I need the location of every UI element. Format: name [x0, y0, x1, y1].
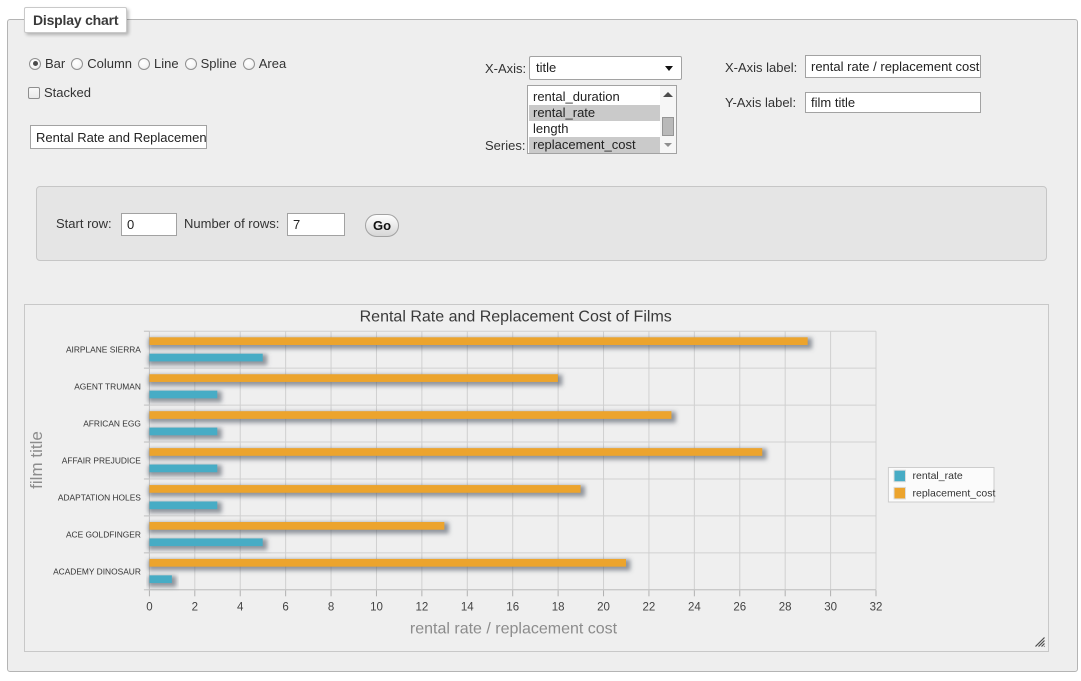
svg-text:14: 14	[461, 602, 474, 614]
svg-text:10: 10	[370, 602, 383, 614]
svg-text:AFFAIR PREJUDICE: AFFAIR PREJUDICE	[62, 456, 142, 466]
svg-text:AGENT TRUMAN: AGENT TRUMAN	[74, 382, 141, 392]
svg-text:12: 12	[415, 602, 428, 614]
svg-text:16: 16	[506, 602, 519, 614]
svg-text:30: 30	[824, 602, 837, 614]
svg-text:22: 22	[643, 602, 656, 614]
svg-text:AIRPLANE SIERRA: AIRPLANE SIERRA	[66, 345, 141, 355]
svg-text:4: 4	[237, 602, 244, 614]
svg-text:0: 0	[146, 602, 152, 614]
svg-text:Rental Rate and Replacement Co: Rental Rate and Replacement Cost of Film…	[360, 308, 672, 325]
svg-text:28: 28	[779, 602, 792, 614]
svg-text:rental rate / replacement cost: rental rate / replacement cost	[410, 621, 618, 638]
svg-text:film title: film title	[27, 431, 46, 489]
svg-text:32: 32	[870, 602, 883, 614]
svg-text:ACADEMY DINOSAUR: ACADEMY DINOSAUR	[53, 566, 141, 576]
svg-text:AFRICAN EGG: AFRICAN EGG	[83, 419, 141, 429]
svg-text:6: 6	[282, 602, 288, 614]
svg-text:2: 2	[192, 602, 198, 614]
svg-text:24: 24	[688, 602, 701, 614]
svg-text:ACE GOLDFINGER: ACE GOLDFINGER	[66, 529, 141, 539]
svg-text:8: 8	[328, 602, 334, 614]
svg-text:rental_rate: rental_rate	[913, 470, 963, 482]
svg-text:26: 26	[733, 602, 746, 614]
svg-text:18: 18	[552, 602, 565, 614]
svg-text:ADAPTATION HOLES: ADAPTATION HOLES	[58, 492, 141, 502]
svg-text:replacement_cost: replacement_cost	[913, 487, 996, 499]
svg-text:20: 20	[597, 602, 610, 614]
